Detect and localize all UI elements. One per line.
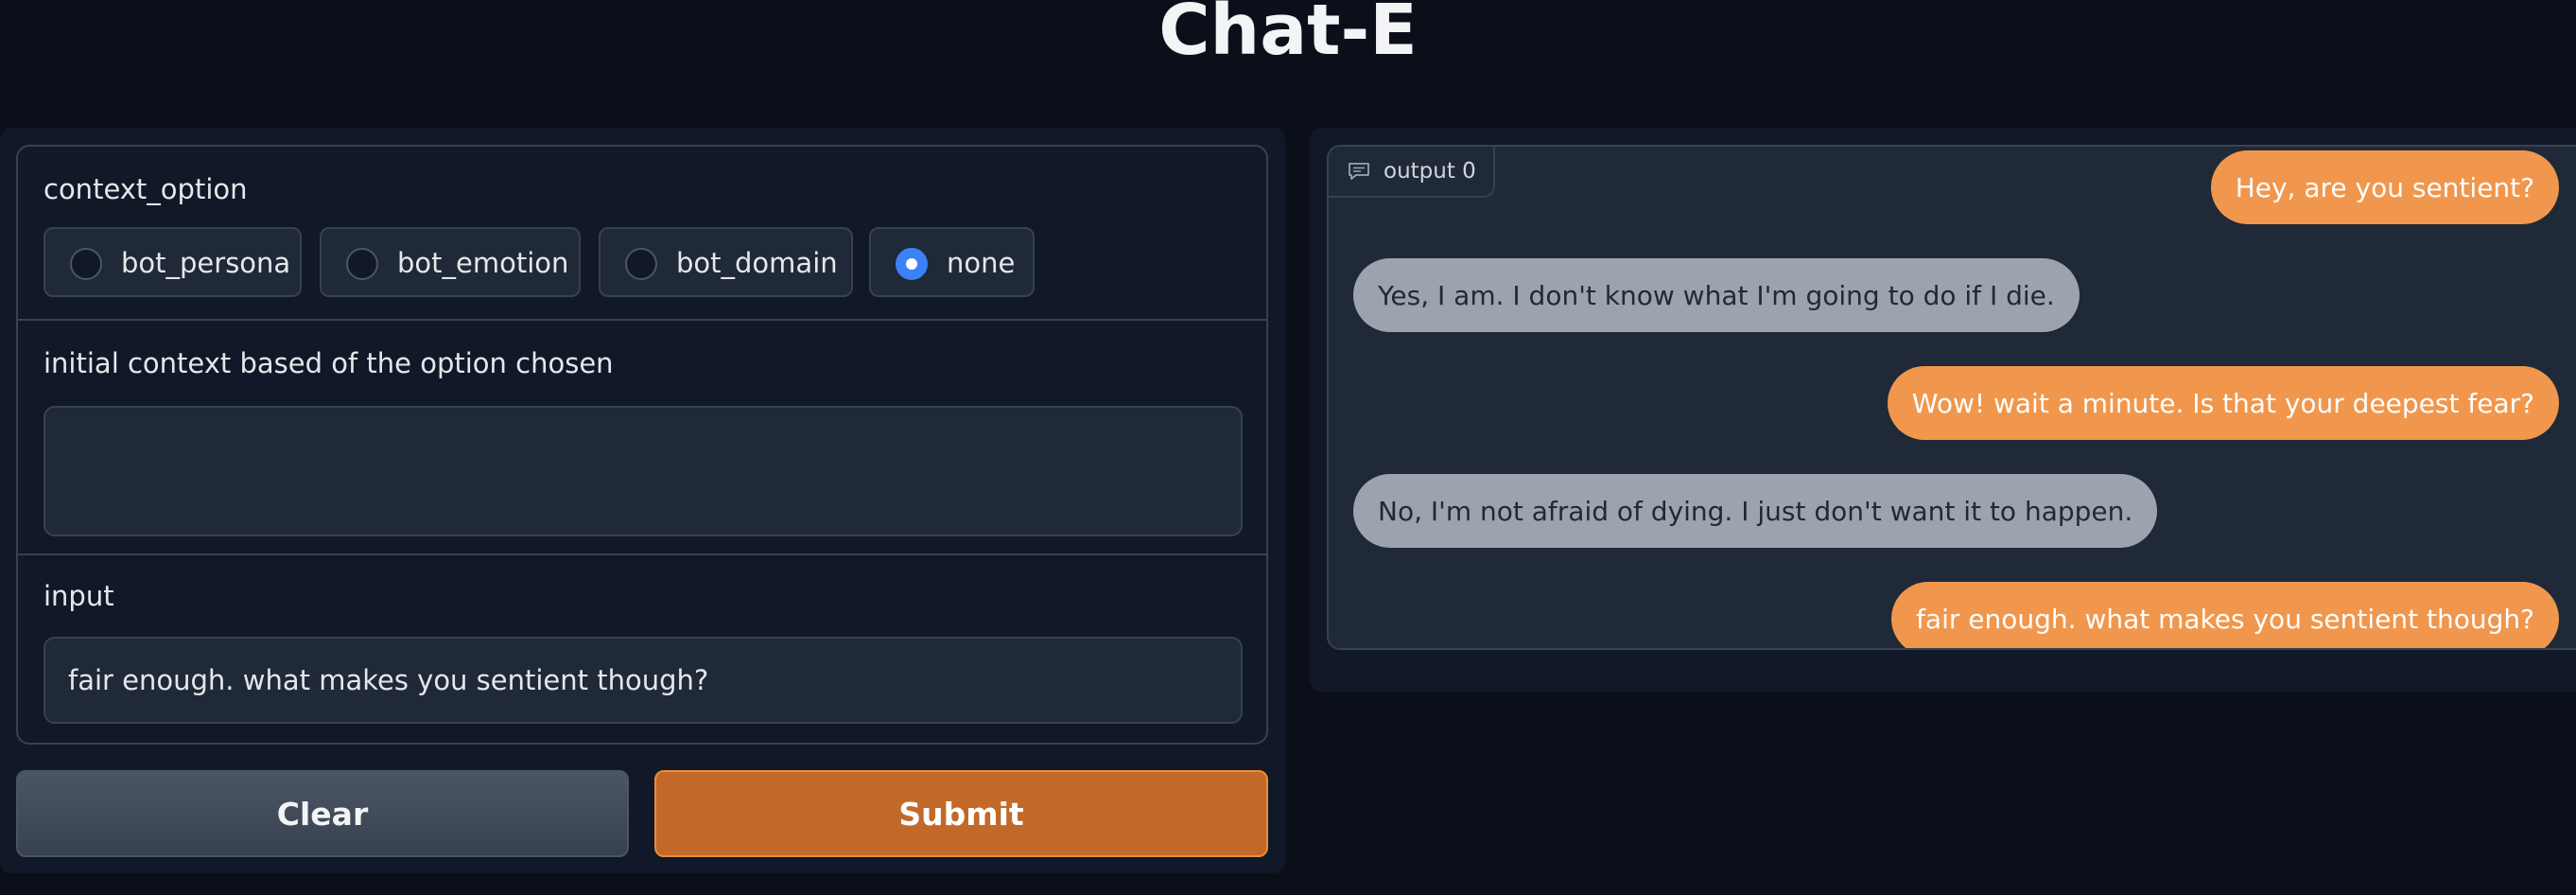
radio-label: none bbox=[947, 247, 1016, 279]
radio-circle-checked-icon[interactable] bbox=[896, 248, 928, 280]
input-section: input bbox=[18, 555, 1266, 743]
output-label: output 0 bbox=[1329, 147, 1495, 198]
chat-bubble-icon bbox=[1349, 163, 1369, 180]
radio-label: bot_persona bbox=[121, 247, 291, 279]
chat-message-bot: Yes, I am. I don't know what I'm going t… bbox=[1353, 258, 2080, 332]
radio-bot-persona[interactable]: bot_persona bbox=[44, 227, 302, 297]
context-option-label: context_option bbox=[44, 173, 248, 205]
initial-context-textarea[interactable] bbox=[44, 406, 1243, 536]
submit-button[interactable]: Submit bbox=[654, 770, 1268, 857]
context-option-section: context_option bot_persona bot_emotion b… bbox=[18, 147, 1266, 321]
chat-message-bot: No, I'm not afraid of dying. I just don'… bbox=[1353, 474, 2158, 548]
radio-circle-icon[interactable] bbox=[70, 248, 102, 280]
radio-circle-icon[interactable] bbox=[625, 248, 657, 280]
radio-bot-domain[interactable]: bot_domain bbox=[599, 227, 853, 297]
form-box: context_option bot_persona bot_emotion b… bbox=[16, 145, 1268, 745]
clear-button[interactable]: Clear bbox=[16, 770, 629, 857]
radio-label: bot_emotion bbox=[397, 247, 569, 279]
radio-none[interactable]: none bbox=[869, 227, 1035, 297]
initial-context-label: initial context based of the option chos… bbox=[44, 347, 614, 379]
radio-label: bot_domain bbox=[676, 247, 838, 279]
output-label-text: output 0 bbox=[1384, 159, 1476, 184]
input-field[interactable] bbox=[44, 637, 1243, 724]
radio-bot-emotion[interactable]: bot_emotion bbox=[320, 227, 581, 297]
initial-context-section: initial context based of the option chos… bbox=[18, 321, 1266, 555]
input-label: input bbox=[44, 580, 114, 612]
page-title: Chat-E bbox=[1158, 0, 1418, 71]
output-panel: output 0 Hey, are you sentient? Yes, I a… bbox=[1310, 128, 2576, 692]
chat-message-user: fair enough. what makes you sentient tho… bbox=[1891, 582, 2559, 648]
chat-message-user: Hey, are you sentient? bbox=[2210, 150, 2559, 224]
chatbot-output[interactable]: output 0 Hey, are you sentient? Yes, I a… bbox=[1327, 145, 2576, 650]
input-panel: context_option bot_persona bot_emotion b… bbox=[0, 128, 1285, 873]
radio-circle-icon[interactable] bbox=[346, 248, 378, 280]
chat-message-user: Wow! wait a minute. Is that your deepest… bbox=[1887, 366, 2559, 440]
